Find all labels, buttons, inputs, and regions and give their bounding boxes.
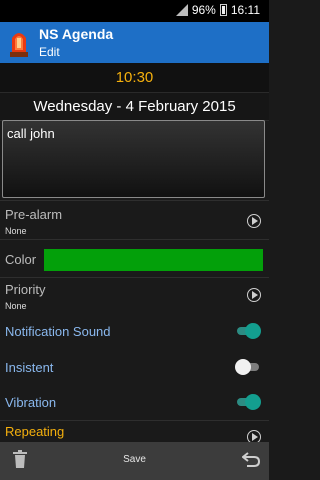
status-bar: 96% 16:11	[0, 0, 269, 22]
status-time: 16:11	[230, 3, 260, 17]
status-icons: 96% 16:11	[175, 3, 260, 17]
bottom-bar: Save	[0, 442, 269, 480]
save-button[interactable]: Save	[0, 454, 269, 465]
date-selector[interactable]: Wednesday - 4 February 2015	[0, 92, 269, 121]
play-icon[interactable]	[247, 288, 261, 302]
color-swatch[interactable]	[44, 249, 263, 271]
insistent-label: Insistent	[5, 360, 54, 375]
priority-row[interactable]: Priority None	[0, 277, 269, 316]
vibration-row[interactable]: Vibration	[0, 386, 269, 420]
back-arrow-icon[interactable]	[242, 451, 260, 467]
app-title: NS Agenda	[39, 26, 114, 42]
time-selector[interactable]: 10:30	[0, 63, 269, 92]
battery-percent: 96%	[191, 3, 216, 17]
notification-sound-row[interactable]: Notification Sound	[0, 316, 269, 350]
vibration-toggle[interactable]	[235, 394, 261, 410]
priority-value: None	[5, 301, 27, 311]
notification-sound-toggle[interactable]	[235, 323, 261, 339]
insistent-row[interactable]: Insistent	[0, 350, 269, 386]
app-bar: NS Agenda Edit	[0, 22, 269, 63]
play-icon[interactable]	[247, 214, 261, 228]
alarm-siren-icon[interactable]	[7, 26, 31, 58]
insistent-toggle[interactable]	[235, 359, 261, 375]
signal-icon	[175, 4, 188, 16]
color-label: Color	[5, 252, 37, 267]
color-row[interactable]: Color	[0, 239, 269, 277]
pre-alarm-label: Pre-alarm	[5, 207, 63, 222]
pre-alarm-value: None	[5, 226, 27, 236]
repeating-row[interactable]: Repeating	[0, 420, 269, 444]
app-subtitle: Edit	[39, 45, 60, 59]
priority-label: Priority	[5, 282, 46, 297]
note-input[interactable]: call john	[2, 120, 265, 198]
notification-sound-label: Notification Sound	[5, 324, 111, 339]
vibration-label: Vibration	[5, 395, 57, 410]
repeating-label: Repeating	[5, 424, 65, 439]
pre-alarm-row[interactable]: Pre-alarm None	[0, 200, 269, 239]
battery-icon	[219, 4, 227, 16]
